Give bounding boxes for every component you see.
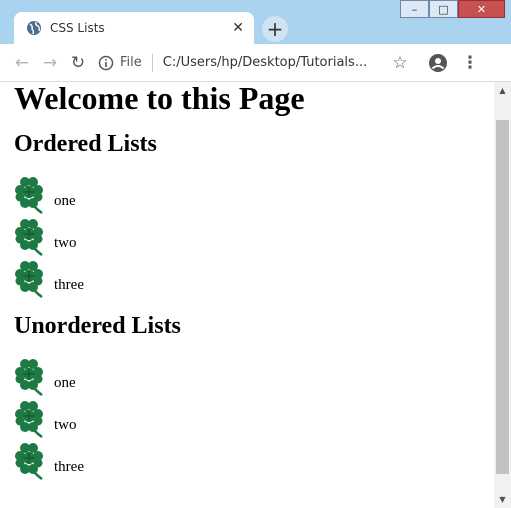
scrollbar-thumb[interactable] bbox=[496, 120, 509, 474]
omnibox-divider bbox=[151, 53, 153, 72]
file-label: File bbox=[120, 55, 142, 70]
list-item: two bbox=[14, 214, 490, 256]
clover-icon bbox=[14, 176, 45, 214]
scroll-down-icon[interactable]: ▼ bbox=[494, 491, 511, 508]
list-item: two bbox=[14, 396, 490, 438]
url-text[interactable]: C:/Users/hp/Desktop/Tutorials... bbox=[163, 55, 367, 70]
clover-icon bbox=[14, 218, 45, 256]
list-item: one bbox=[14, 172, 490, 214]
globe-icon bbox=[27, 21, 41, 35]
info-icon[interactable] bbox=[98, 55, 114, 71]
page-content: Welcome to this Page Ordered Lists one t… bbox=[0, 82, 490, 508]
back-icon[interactable]: ← bbox=[8, 49, 36, 77]
scroll-up-icon[interactable]: ▲ bbox=[494, 82, 511, 99]
ordered-list: one two three bbox=[0, 172, 490, 298]
close-window-button[interactable]: ✕ bbox=[458, 0, 505, 18]
reload-icon[interactable]: ↻ bbox=[64, 49, 92, 77]
browser-tab[interactable]: CSS Lists ✕ bbox=[14, 12, 254, 44]
clover-icon bbox=[14, 400, 45, 438]
list-item: one bbox=[14, 354, 490, 396]
page-viewport: Welcome to this Page Ordered Lists one t… bbox=[0, 82, 511, 508]
vertical-scrollbar[interactable]: ▲ ▼ bbox=[494, 82, 511, 508]
ordered-lists-heading: Ordered Lists bbox=[14, 131, 157, 157]
new-tab-button[interactable]: + bbox=[262, 16, 288, 42]
address-bar[interactable]: File C:/Users/hp/Desktop/Tutorials... bbox=[98, 48, 378, 78]
tab-close-icon[interactable]: ✕ bbox=[232, 20, 244, 36]
tab-title: CSS Lists bbox=[50, 21, 105, 35]
minimize-button[interactable]: – bbox=[400, 0, 429, 18]
unordered-list: one two three bbox=[0, 354, 490, 480]
forward-icon[interactable]: → bbox=[36, 49, 64, 77]
account-icon[interactable] bbox=[422, 53, 454, 73]
clover-icon bbox=[14, 260, 45, 298]
maximize-button[interactable]: □ bbox=[429, 0, 458, 18]
browser-toolbar: ← → ↻ File C:/Users/hp/Desktop/Tutorials… bbox=[0, 44, 511, 82]
unordered-lists-heading: Unordered Lists bbox=[14, 313, 181, 339]
star-icon[interactable]: ☆ bbox=[384, 53, 416, 73]
list-item: three bbox=[14, 256, 490, 298]
page-title: Welcome to this Page bbox=[14, 82, 305, 116]
list-item: three bbox=[14, 438, 490, 480]
menu-icon[interactable]: ⋮ bbox=[454, 53, 486, 73]
clover-icon bbox=[14, 358, 45, 396]
window-controls: – □ ✕ bbox=[400, 0, 505, 18]
clover-icon bbox=[14, 442, 45, 480]
